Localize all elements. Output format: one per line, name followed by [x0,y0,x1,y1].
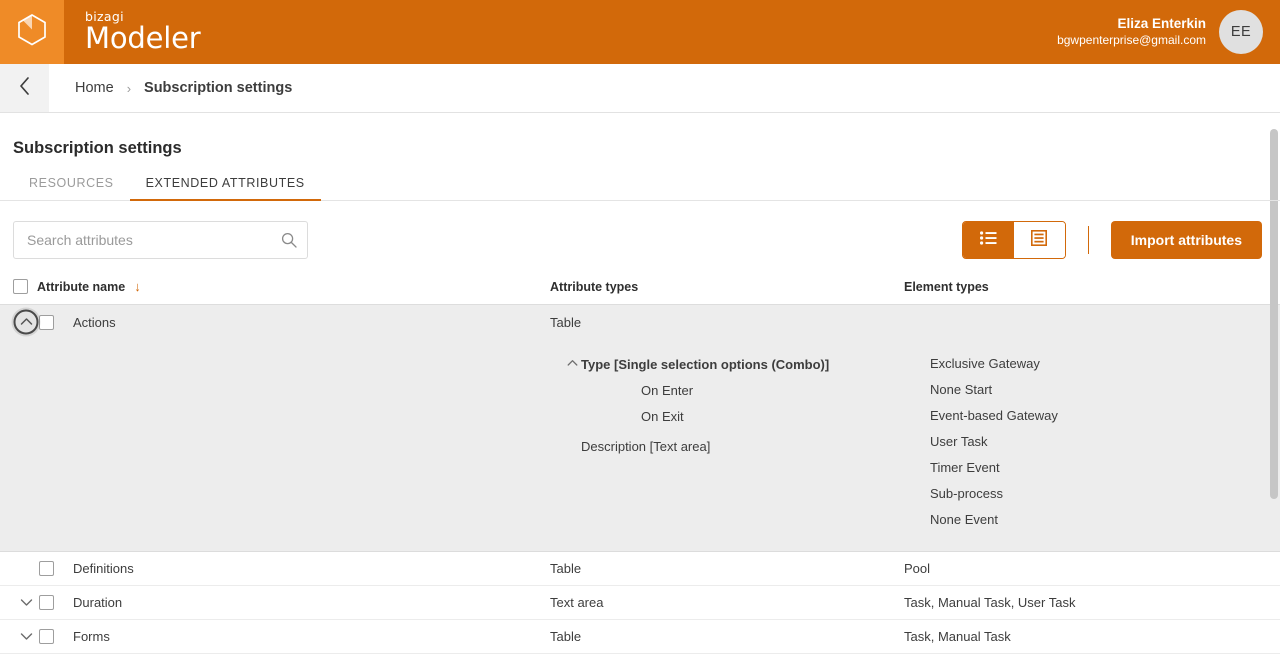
row-expand-toggle[interactable] [13,309,39,335]
row-checkbox[interactable] [39,595,54,610]
breadcrumb-items: Home › Subscription settings [49,64,292,112]
row-attribute-type: Table [550,629,582,644]
row-checkbox[interactable] [39,314,54,330]
tab-bar: RESOURCES EXTENDED ATTRIBUTES [0,176,1280,201]
detail-element-type: User Task [930,434,988,449]
row-attribute-name: Definitions [73,561,134,576]
detail-attribute-label: Type [Single selection options (Combo)] [581,356,830,372]
column-header-attribute-types[interactable]: Attribute types [550,280,904,294]
search-box [13,221,308,259]
row-expand-toggle[interactable] [13,596,39,610]
row-element-type: Task, Manual Task [904,629,1011,644]
table-view-icon [1031,229,1048,251]
table-view-button[interactable] [1013,222,1065,258]
toolbar: Import attributes [0,201,1280,259]
search-icon[interactable] [281,232,297,248]
cube-logo-icon [17,13,47,51]
tab-resources[interactable]: RESOURCES [13,176,130,201]
row-attribute-type: Table [550,561,582,576]
brand-title: Modeler [85,21,201,56]
view-mode-toggle [961,221,1066,259]
detail-attribute-item[interactable]: Type [Single selection options (Combo)] [563,351,917,377]
chevron-up-icon[interactable] [563,358,581,370]
breadcrumb-item-home[interactable]: Home [75,80,114,96]
detail-element-type: Timer Event [930,460,1000,475]
detail-attribute-list: Type [Single selection options (Combo)] … [563,351,917,533]
detail-element-type: None Event [930,512,998,527]
detail-element-type: None Start [930,382,993,397]
detail-attribute-label: Description [Text area] [581,438,711,454]
table-row[interactable]: Actions Table [0,305,1280,339]
breadcrumb: Home › Subscription settings [0,64,1280,113]
breadcrumb-item-subscription-settings[interactable]: Subscription settings [144,80,292,96]
user-info: Eliza Enterkin bgwpenterprise@gmail.com [1057,16,1206,48]
chevron-left-icon [18,76,31,101]
attributes-table: Attribute name ↓ Attribute types Element… [0,279,1280,654]
row-element-type: Task, Manual Task, User Task [904,595,1076,610]
detail-element-type-list: Exclusive Gateway None Start Event-based… [917,351,1280,533]
chevron-up-icon [20,315,33,329]
toolbar-actions: Import attributes [961,221,1262,259]
app-logo[interactable] [0,0,64,64]
row-attribute-name: Actions [73,314,116,330]
import-attributes-button[interactable]: Import attributes [1110,221,1262,259]
user-name: Eliza Enterkin [1117,16,1206,32]
app-header: bizagi Modeler Eliza Enterkin bgwpenterp… [0,0,1280,64]
back-button[interactable] [0,64,49,112]
detail-element-type: Exclusive Gateway [930,356,1040,371]
row-checkbox[interactable] [39,629,54,644]
table-header-row: Attribute name ↓ Attribute types Element… [0,279,1280,305]
row-attribute-type: Table [550,314,582,330]
row-attribute-name: Forms [73,629,110,644]
brand: bizagi Modeler [85,10,201,56]
chevron-down-icon [20,630,33,644]
detail-attribute-item[interactable]: Description [Text area] [563,433,917,459]
select-all-checkbox[interactable] [13,279,28,294]
page-title: Subscription settings [13,139,182,157]
row-element-type: Pool [904,561,931,576]
page-content: Subscription settings RESOURCES EXTENDED… [0,113,1280,657]
table-row[interactable]: Duration Text area Task, Manual Task, Us… [0,586,1280,620]
sort-descending-arrow-icon[interactable]: ↓ [134,280,141,293]
toolbar-divider [1087,226,1089,254]
list-view-button[interactable] [962,222,1014,258]
row-attribute-type: Text area [550,595,604,610]
user-email: bgwpenterprise@gmail.com [1057,32,1206,47]
row-attribute-name: Duration [73,595,123,610]
detail-element-type: Event-based Gateway [930,408,1058,423]
chevron-down-icon [20,596,33,610]
avatar[interactable]: EE [1219,10,1263,54]
user-account[interactable]: Eliza Enterkin bgwpenterprise@gmail.com … [1057,10,1280,54]
table-row[interactable]: Forms Table Task, Manual Task [0,620,1280,654]
detail-element-type: Sub-process [930,486,1003,501]
search-input[interactable] [13,221,308,259]
detail-attribute-label: On Enter [641,382,694,398]
column-header-attribute-name[interactable]: Attribute name [37,280,125,294]
row-expand-toggle[interactable] [13,630,39,644]
table-row[interactable]: Definitions Table Pool [0,552,1280,586]
row-detail-panel: Type [Single selection options (Combo)] … [0,339,1280,552]
tab-extended-attributes[interactable]: EXTENDED ATTRIBUTES [129,176,321,201]
breadcrumb-separator: › [126,80,132,96]
detail-attribute-item[interactable]: On Exit [563,403,917,429]
detail-attribute-label: On Exit [641,408,684,424]
detail-attribute-item[interactable]: On Enter [563,377,917,403]
row-checkbox[interactable] [39,561,54,576]
column-header-element-types[interactable]: Element types [904,280,1280,294]
list-view-icon [979,230,997,250]
